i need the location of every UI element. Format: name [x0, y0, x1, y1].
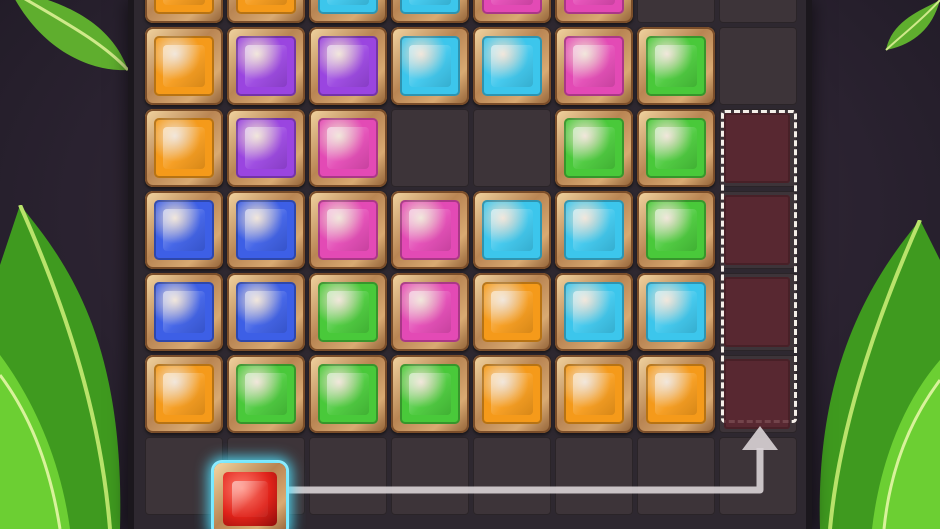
- red-gem-block-icon[interactable]: [214, 463, 286, 529]
- drag-path-arrow-icon: [286, 426, 778, 494]
